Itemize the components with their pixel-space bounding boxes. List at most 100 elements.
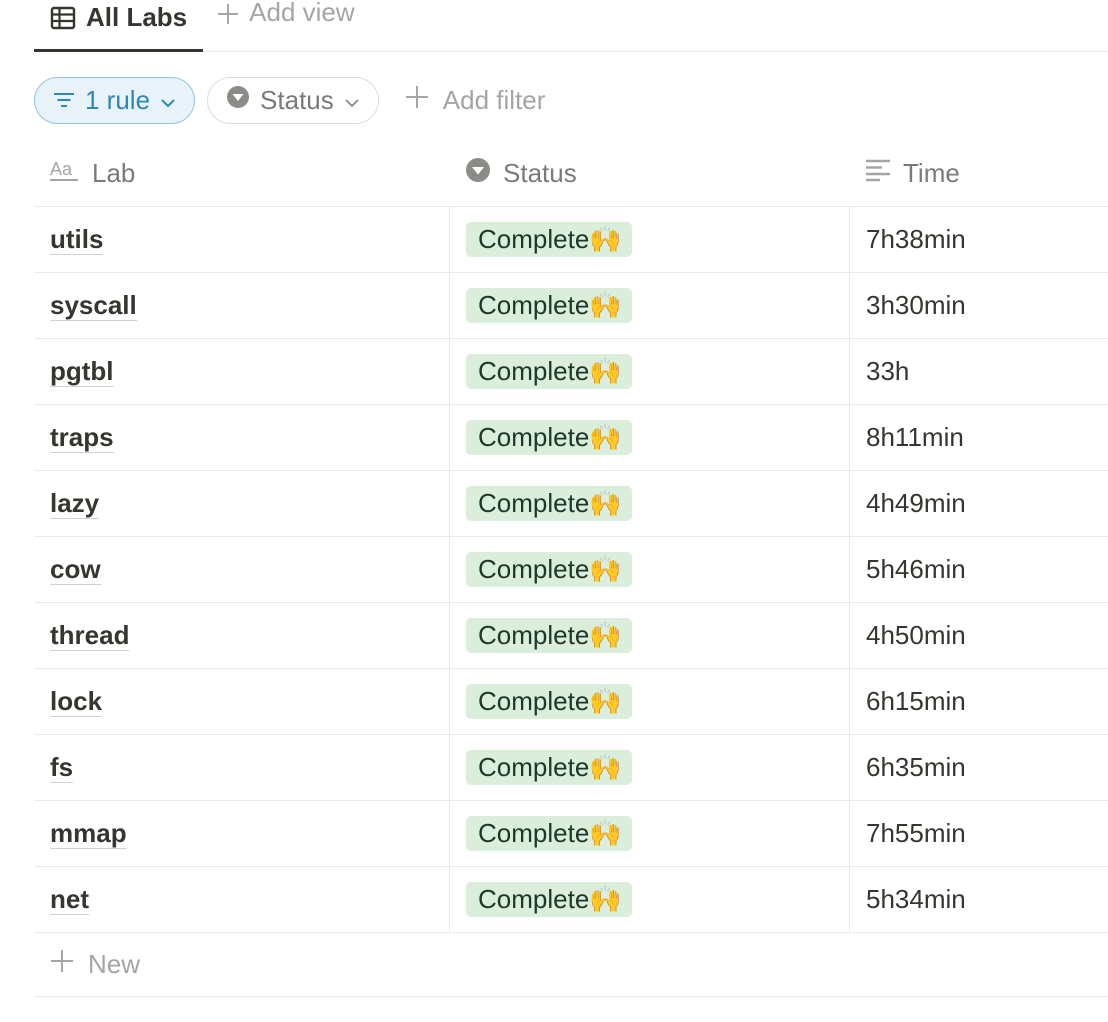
status-filter-label: Status bbox=[260, 85, 334, 115]
text-lines-property-icon bbox=[865, 158, 891, 189]
database-view: All Labs Add view 1 rule Status Add filt… bbox=[0, 0, 1108, 1022]
lab-cell[interactable]: syscall bbox=[34, 273, 449, 338]
column-header-status[interactable]: Status bbox=[449, 140, 849, 206]
column-header-lab[interactable]: Aa Lab bbox=[34, 140, 449, 206]
rule-filter-button[interactable]: 1 rule bbox=[34, 77, 196, 124]
lab-name-link[interactable]: net bbox=[50, 885, 89, 915]
lab-name-link[interactable]: lock bbox=[50, 687, 103, 717]
status-badge: Complete🙌 bbox=[466, 816, 632, 851]
lab-cell[interactable]: net bbox=[34, 867, 449, 932]
lab-name-link[interactable]: lazy bbox=[50, 489, 100, 519]
time-cell[interactable]: 5h34min bbox=[849, 867, 1108, 932]
table-row[interactable]: lazy Complete🙌 4h49min bbox=[34, 471, 1108, 537]
status-cell[interactable]: Complete🙌 bbox=[449, 603, 849, 668]
tab-label: All Labs bbox=[86, 2, 188, 32]
lab-name-link[interactable]: mmap bbox=[50, 819, 127, 849]
new-row-button[interactable]: New bbox=[34, 933, 1108, 997]
status-cell[interactable]: Complete🙌 bbox=[449, 339, 849, 404]
time-cell[interactable]: 4h49min bbox=[849, 471, 1108, 536]
lab-name-link[interactable]: cow bbox=[50, 555, 101, 585]
lab-cell[interactable]: mmap bbox=[34, 801, 449, 866]
status-cell[interactable]: Complete🙌 bbox=[449, 867, 849, 932]
table-row[interactable]: lock Complete🙌 6h15min bbox=[34, 669, 1108, 735]
lab-name-link[interactable]: thread bbox=[50, 621, 130, 651]
time-cell[interactable]: 5h46min bbox=[849, 537, 1108, 602]
status-badge: Complete🙌 bbox=[466, 420, 632, 455]
status-badge: Complete🙌 bbox=[466, 222, 632, 257]
status-badge: Complete🙌 bbox=[466, 882, 632, 917]
status-cell[interactable]: Complete🙌 bbox=[449, 537, 849, 602]
filter-lines-icon bbox=[53, 85, 75, 116]
table-row[interactable]: cow Complete🙌 5h46min bbox=[34, 537, 1108, 603]
status-badge: Complete🙌 bbox=[466, 354, 632, 389]
rule-filter-label: 1 rule bbox=[85, 85, 151, 115]
table-body: utils Complete🙌 7h38min syscall Complete… bbox=[34, 207, 1108, 933]
lab-name-link[interactable]: utils bbox=[50, 225, 104, 255]
column-header-label: Lab bbox=[92, 157, 136, 188]
status-icon bbox=[226, 85, 250, 116]
lab-name-link[interactable]: pgtbl bbox=[50, 357, 114, 387]
time-cell[interactable]: 4h50min bbox=[849, 603, 1108, 668]
lab-cell[interactable]: traps bbox=[34, 405, 449, 470]
lab-name-link[interactable]: syscall bbox=[50, 291, 137, 321]
status-cell[interactable]: Complete🙌 bbox=[449, 801, 849, 866]
chevron-down-icon bbox=[160, 85, 176, 116]
table-row[interactable]: thread Complete🙌 4h50min bbox=[34, 603, 1108, 669]
time-cell[interactable]: 7h55min bbox=[849, 801, 1108, 866]
plus-icon bbox=[405, 85, 429, 116]
time-cell[interactable]: 6h35min bbox=[849, 735, 1108, 800]
lab-cell[interactable]: fs bbox=[34, 735, 449, 800]
table-row[interactable]: syscall Complete🙌 3h30min bbox=[34, 273, 1108, 339]
column-header-time[interactable]: Time bbox=[849, 140, 1108, 206]
table-row[interactable]: net Complete🙌 5h34min bbox=[34, 867, 1108, 933]
lab-name-link[interactable]: fs bbox=[50, 753, 74, 783]
add-view-label: Add view bbox=[249, 0, 355, 27]
status-cell[interactable]: Complete🙌 bbox=[449, 273, 849, 338]
plus-icon bbox=[50, 949, 74, 980]
tab-all-labs[interactable]: All Labs bbox=[34, 0, 204, 52]
table-row[interactable]: fs Complete🙌 6h35min bbox=[34, 735, 1108, 801]
lab-cell[interactable]: thread bbox=[34, 603, 449, 668]
status-badge: Complete🙌 bbox=[466, 684, 632, 719]
status-cell[interactable]: Complete🙌 bbox=[449, 405, 849, 470]
plus-icon bbox=[217, 1, 239, 24]
table-icon bbox=[50, 5, 76, 31]
status-badge: Complete🙌 bbox=[466, 288, 632, 323]
status-badge: Complete🙌 bbox=[466, 618, 632, 653]
add-view-button[interactable]: Add view bbox=[203, 0, 371, 38]
filter-bar: 1 rule Status Add filter bbox=[34, 77, 545, 124]
time-cell[interactable]: 33h bbox=[849, 339, 1108, 404]
labs-table: Aa Lab Status Time utils Complete🙌 7h38m… bbox=[34, 140, 1108, 997]
status-badge: Complete🙌 bbox=[466, 552, 632, 587]
table-row[interactable]: pgtbl Complete🙌 33h bbox=[34, 339, 1108, 405]
status-badge: Complete🙌 bbox=[466, 486, 632, 521]
table-row[interactable]: mmap Complete🙌 7h55min bbox=[34, 801, 1108, 867]
column-header-label: Status bbox=[503, 157, 577, 188]
svg-text:Aa: Aa bbox=[50, 159, 73, 179]
time-cell[interactable]: 8h11min bbox=[849, 405, 1108, 470]
lab-cell[interactable]: lock bbox=[34, 669, 449, 734]
add-filter-button[interactable]: Add filter bbox=[391, 85, 546, 116]
status-cell[interactable]: Complete🙌 bbox=[449, 735, 849, 800]
add-filter-label: Add filter bbox=[442, 85, 546, 115]
new-row-label: New bbox=[88, 949, 141, 979]
time-cell[interactable]: 6h15min bbox=[849, 669, 1108, 734]
status-cell[interactable]: Complete🙌 bbox=[449, 669, 849, 734]
lab-cell[interactable]: utils bbox=[34, 207, 449, 272]
view-tabs: All Labs Add view bbox=[34, 0, 1108, 52]
status-filter-button[interactable]: Status bbox=[207, 77, 379, 124]
lab-name-link[interactable]: traps bbox=[50, 423, 114, 453]
time-cell[interactable]: 3h30min bbox=[849, 273, 1108, 338]
lab-cell[interactable]: cow bbox=[34, 537, 449, 602]
status-cell[interactable]: Complete🙌 bbox=[449, 207, 849, 272]
table-row[interactable]: traps Complete🙌 8h11min bbox=[34, 405, 1108, 471]
table-row[interactable]: utils Complete🙌 7h38min bbox=[34, 207, 1108, 273]
status-cell[interactable]: Complete🙌 bbox=[449, 471, 849, 536]
status-badge: Complete🙌 bbox=[466, 750, 632, 785]
lab-cell[interactable]: lazy bbox=[34, 471, 449, 536]
chevron-down-icon bbox=[344, 85, 360, 116]
time-cell[interactable]: 7h38min bbox=[849, 207, 1108, 272]
text-property-icon: Aa bbox=[50, 157, 80, 190]
column-header-label: Time bbox=[903, 157, 960, 188]
lab-cell[interactable]: pgtbl bbox=[34, 339, 449, 404]
